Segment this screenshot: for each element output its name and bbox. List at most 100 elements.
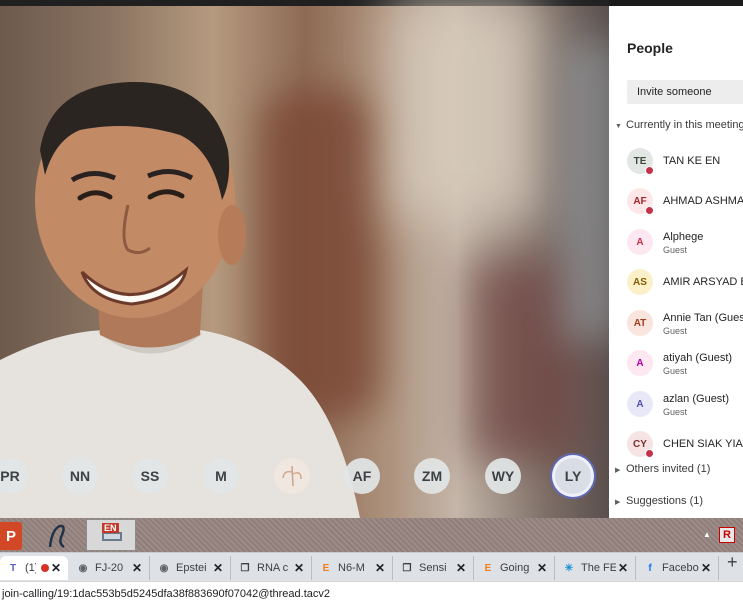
member-row[interactable]: Aatiyah (Guest) Guest (627, 350, 743, 378)
suggestions-section[interactable]: ▶ Suggestions (1) (615, 495, 703, 507)
member-name: AHMAD ASHMAN (663, 195, 743, 207)
muted-status-icon (645, 449, 654, 458)
close-tab-icon[interactable]: ✕ (535, 561, 549, 575)
participant-bubble[interactable]: WY (485, 458, 521, 494)
member-avatar: A (627, 229, 653, 255)
close-tab-icon[interactable]: ✕ (49, 561, 63, 575)
section-label: Suggestions (1) (626, 495, 704, 507)
member-role: Guest (663, 326, 688, 336)
tab-title: The FE (581, 562, 616, 574)
e-icon: E (484, 562, 492, 574)
member-avatar: AT (627, 310, 653, 336)
doc-icon: ❐ (240, 562, 250, 574)
browser-tab[interactable]: E Going ✕ (475, 556, 555, 580)
member-name: azlan (Guest) (663, 393, 730, 405)
language-label: EN (102, 523, 119, 533)
member-row[interactable]: AT Annie Tan (Guest) Guest (627, 310, 743, 338)
participant-bubble[interactable]: NN (62, 458, 98, 494)
tab-title: N6-M (338, 562, 365, 574)
member-name: CHEN SIAK YIAN (663, 438, 743, 450)
member-name: Annie Tan (Guest) (663, 312, 743, 324)
browser-tab[interactable]: f Facebo ✕ (637, 556, 719, 580)
close-tab-icon[interactable]: ✕ (699, 561, 713, 575)
browser-tab[interactable]: ◉ FJ-20 ✕ (70, 556, 150, 580)
caret-right-icon: ▶ (615, 467, 621, 474)
browser-tab[interactable]: ❐ RNA c ✕ (232, 556, 312, 580)
new-tab-button[interactable]: + (727, 552, 738, 573)
caret-right-icon: ▶ (615, 499, 621, 506)
close-tab-icon[interactable]: ✕ (211, 561, 225, 575)
member-name: AMIR ARSYAD B (663, 276, 743, 288)
participant-bubble[interactable]: PR (0, 458, 28, 494)
powerpoint-icon[interactable]: P (0, 522, 22, 550)
tab-title: Facebo (662, 562, 699, 574)
close-tab-icon[interactable]: ✕ (454, 561, 468, 575)
globe-icon: ◉ (159, 562, 169, 574)
panel-title: People (627, 40, 673, 56)
language-button[interactable]: EN (86, 519, 136, 551)
speaker-video (0, 81, 360, 518)
muted-status-icon (645, 206, 654, 215)
tab-title: FJ-20 (95, 562, 124, 574)
tray-chevron-icon[interactable]: ▲ (703, 530, 711, 539)
address-bar[interactable]: join-calling/19:1dac553b5d5245dfa38f8836… (0, 581, 743, 607)
tab-title: Going (500, 562, 530, 574)
member-row[interactable]: AS AMIR ARSYAD B (627, 269, 743, 297)
doc-icon: ❐ (402, 562, 412, 574)
tab-title: (1) (25, 562, 36, 574)
member-avatar: A (627, 350, 653, 376)
browser-tab[interactable]: ❐ Sensi ✕ (394, 556, 474, 580)
globe-icon: ◉ (78, 562, 88, 574)
participant-bubble[interactable]: ZM (414, 458, 450, 494)
close-tab-icon[interactable]: ✕ (373, 561, 387, 575)
member-role: Guest (663, 245, 688, 255)
muted-status-icon (645, 166, 654, 175)
close-tab-icon[interactable]: ✕ (292, 561, 306, 575)
people-panel: People Invite someone ▼ Currently in this… (609, 6, 743, 518)
teams-icon: T (9, 562, 17, 574)
member-name: TAN KE EN (663, 155, 721, 167)
e-icon: E (322, 562, 330, 574)
browser-tab[interactable]: T (1) ✕ (0, 556, 68, 580)
section-label: Others invited (1) (626, 463, 711, 475)
member-avatar: AS (627, 269, 653, 295)
member-row[interactable]: CY CHEN SIAK YIAN (627, 431, 743, 459)
close-tab-icon[interactable]: ✕ (130, 561, 144, 575)
caret-down-icon: ▼ (615, 123, 622, 130)
tab-title: Sensi (419, 562, 447, 574)
tab-title: Epstei (176, 562, 207, 574)
facebook-icon: f (648, 562, 652, 574)
pen-tool-icon[interactable] (44, 523, 72, 549)
member-row[interactable]: AFAHMAD ASHMAN (627, 188, 743, 216)
participant-bubble[interactable]: M (203, 458, 239, 494)
participant-bubble[interactable]: AF (344, 458, 380, 494)
browser-tab[interactable]: ◉ Epstei ✕ (151, 556, 231, 580)
participant-bubble-active[interactable]: LY (555, 458, 591, 494)
participant-photo-bubble[interactable] (274, 458, 310, 494)
video-stage: PR NN SS M AF ZM WY LY (0, 0, 609, 518)
participant-bubbles: PR NN SS M AF ZM WY LY (0, 458, 609, 502)
browser-tab[interactable]: ✳ The FE ✕ (556, 556, 636, 580)
member-row[interactable]: TE TAN KE EN (627, 148, 743, 176)
tray-app-icon[interactable]: R (719, 527, 735, 543)
member-role: Guest (663, 407, 688, 417)
invite-someone-input[interactable]: Invite someone (627, 80, 743, 104)
member-role: Guest (663, 366, 688, 376)
current-section-header[interactable]: ▼ Currently in this meeting (615, 119, 743, 131)
member-row[interactable]: A Alphege Guest (627, 229, 743, 257)
browser-tab[interactable]: E N6-M ✕ (313, 556, 393, 580)
others-invited-section[interactable]: ▶ Others invited (1) (615, 463, 710, 475)
member-avatar: A (627, 391, 653, 417)
member-name: Alphege (663, 231, 704, 243)
url-text: join-calling/19:1dac553b5d5245dfa38f8836… (2, 588, 330, 600)
star-icon: ✳ (564, 562, 574, 574)
browser-tab-strip: T(1)✕◉FJ-20✕◉Epstei✕❐RNA c✕EN6-M✕❐Sensi✕… (0, 552, 743, 581)
recording-dot-icon (41, 564, 49, 572)
section-label: Currently in this meeting (626, 119, 743, 131)
tab-title: RNA c (257, 562, 289, 574)
close-tab-icon[interactable]: ✕ (616, 561, 630, 575)
member-row[interactable]: Aazlan (Guest) Guest (627, 391, 743, 419)
member-name: atiyah (Guest) (663, 352, 733, 364)
flower-avatar-icon (282, 465, 302, 487)
participant-bubble[interactable]: SS (132, 458, 168, 494)
